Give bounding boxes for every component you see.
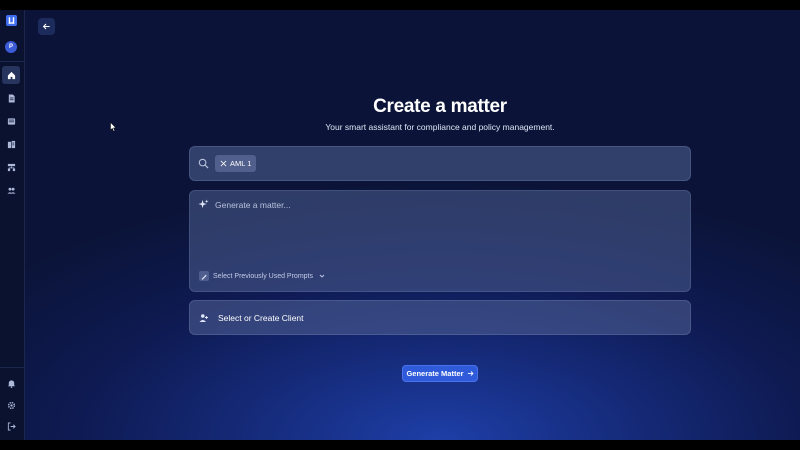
arrow-right-icon bbox=[467, 371, 474, 376]
sparkle-icon bbox=[198, 199, 209, 209]
page-subtitle: Your smart assistant for compliance and … bbox=[325, 122, 555, 132]
matter-prompt-input[interactable] bbox=[215, 200, 675, 210]
sidebar-item-settings[interactable] bbox=[2, 396, 20, 414]
arrow-left-icon bbox=[42, 23, 50, 30]
app-logo-icon[interactable] bbox=[6, 15, 17, 26]
sidebar-divider bbox=[0, 61, 24, 62]
organization-icon bbox=[7, 163, 15, 171]
library-icon bbox=[7, 140, 15, 148]
bell-icon bbox=[7, 379, 15, 388]
generate-matter-label: Generate Matter bbox=[406, 369, 464, 378]
page-title: Create a matter bbox=[373, 96, 507, 117]
selected-tag-chip[interactable]: AML 1 bbox=[215, 155, 257, 172]
document-icon bbox=[8, 93, 15, 103]
sidebar-item-organization[interactable] bbox=[2, 158, 20, 176]
sidebar-item-library[interactable] bbox=[2, 135, 20, 153]
previous-prompts-label: Select Previously Used Prompts bbox=[213, 272, 313, 280]
chip-label: AML 1 bbox=[230, 159, 252, 168]
back-button[interactable] bbox=[38, 18, 55, 35]
app-window: P Create a matter Your smart assistant f… bbox=[0, 10, 800, 440]
search-field[interactable]: AML 1 bbox=[189, 146, 691, 181]
users-icon bbox=[6, 187, 16, 194]
sidebar-item-reports[interactable] bbox=[2, 112, 20, 130]
sidebar-item-logout[interactable] bbox=[2, 417, 20, 435]
sidebar-item-notifications[interactable] bbox=[2, 374, 20, 392]
report-icon bbox=[7, 117, 15, 125]
previous-prompts-dropdown[interactable]: Select Previously Used Prompts bbox=[199, 271, 325, 281]
chevron-down-icon bbox=[319, 274, 325, 278]
user-avatar[interactable]: P bbox=[5, 41, 17, 53]
sidebar-item-documents[interactable] bbox=[2, 89, 20, 107]
search-icon bbox=[198, 158, 209, 169]
sidebar-divider bbox=[0, 367, 24, 368]
gear-icon bbox=[7, 401, 15, 409]
home-icon bbox=[7, 71, 15, 79]
sidebar-item-users[interactable] bbox=[2, 181, 20, 199]
add-user-icon bbox=[199, 313, 208, 322]
generate-matter-button[interactable]: Generate Matter bbox=[402, 365, 478, 382]
logout-icon bbox=[7, 421, 16, 431]
prompt-panel: Select Previously Used Prompts bbox=[189, 190, 691, 292]
sidebar-item-home[interactable] bbox=[2, 66, 20, 84]
sidebar: P bbox=[0, 10, 25, 440]
prompt-history-icon bbox=[199, 271, 209, 281]
client-selector-label: Select or Create Client bbox=[218, 312, 304, 323]
client-selector[interactable]: Select or Create Client bbox=[189, 300, 691, 335]
mouse-cursor-icon bbox=[110, 122, 117, 132]
close-icon[interactable] bbox=[220, 160, 227, 167]
